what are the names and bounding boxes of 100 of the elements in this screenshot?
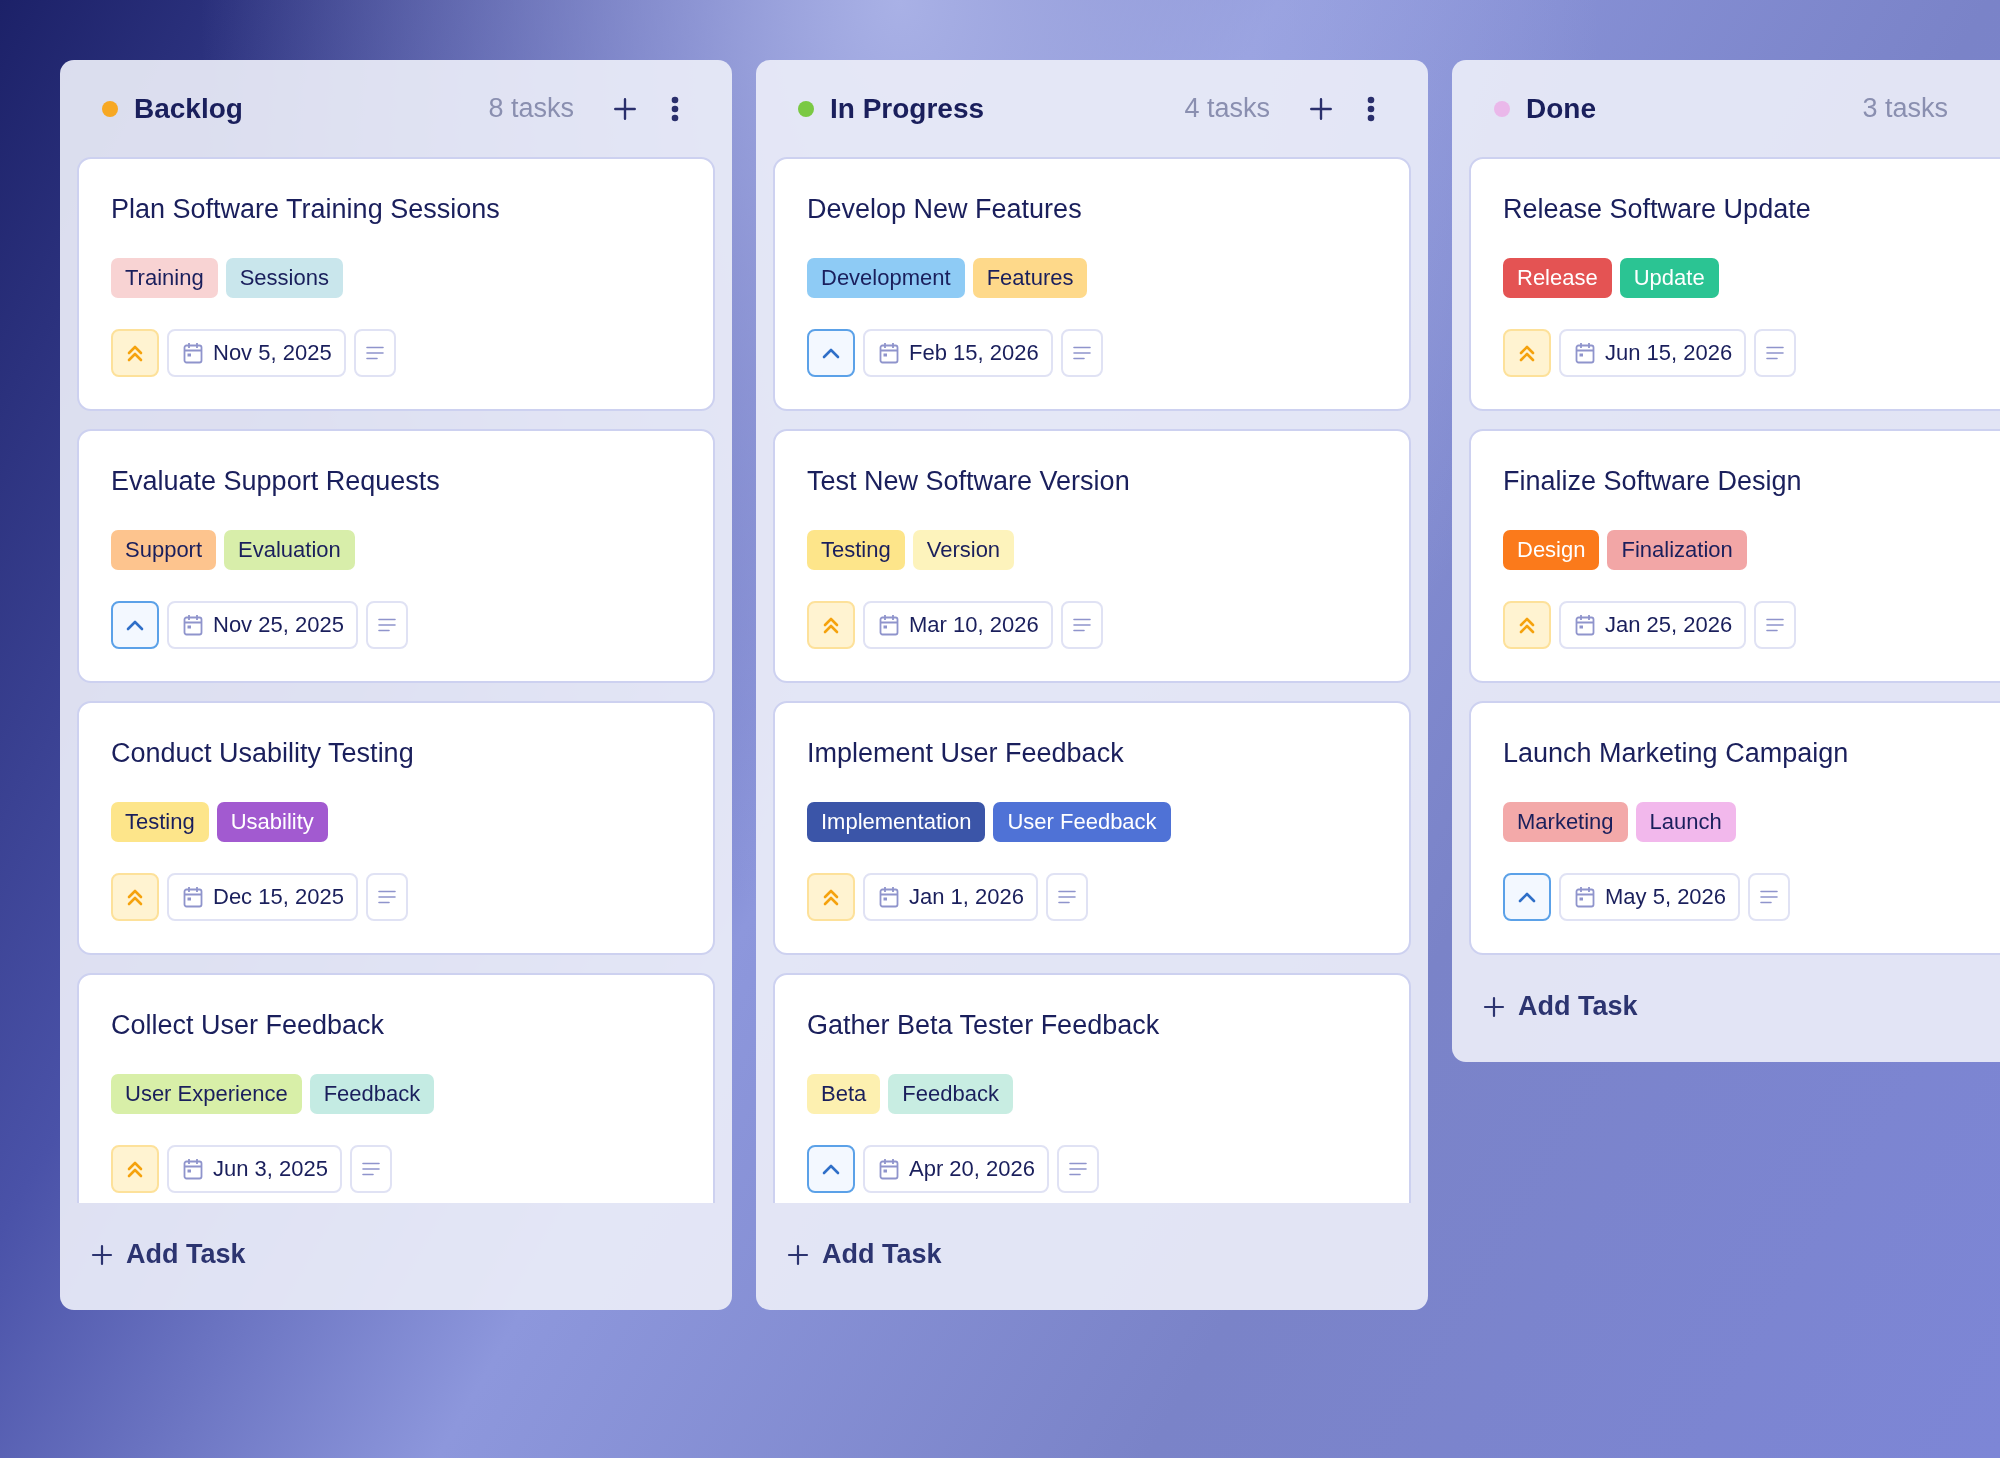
text-lines-icon: [1766, 618, 1785, 632]
card-title: Finalize Software Design: [1503, 465, 1803, 498]
task-card[interactable]: Develop New Features Development Features Feb 15, 2026: [773, 157, 1411, 411]
chevron-up-icon: [125, 619, 145, 631]
due-date-button[interactable]: Feb 15, 2026: [863, 329, 1053, 377]
notes-button[interactable]: [365, 873, 408, 921]
tag: User Feedback: [993, 802, 1171, 842]
column-title: In Progress: [830, 92, 986, 125]
calendar-icon: [183, 886, 203, 908]
calendar-icon: [1575, 342, 1595, 364]
calendar-icon: [1575, 886, 1595, 908]
due-date-button[interactable]: Mar 10, 2026: [863, 601, 1053, 649]
notes-button[interactable]: [1754, 329, 1797, 377]
add-task-button[interactable]: Add Task: [1482, 991, 1638, 1022]
tag: Implementation: [807, 802, 986, 842]
notes-button[interactable]: [1754, 601, 1797, 649]
chevron-up-icon: [1517, 891, 1537, 903]
card-title: Evaluate Support Requests: [111, 465, 441, 498]
priority-button[interactable]: [1503, 873, 1551, 921]
tag: Version: [912, 530, 1015, 570]
task-card[interactable]: Plan Software Training Sessions Training Sessions Nov 5, 2025: [77, 157, 715, 411]
tag: Usability: [216, 802, 328, 842]
calendar-icon: [879, 342, 899, 364]
tag: Finalization: [1607, 530, 1747, 570]
task-card[interactable]: Test New Software Version Testing Version Mar 10, 2026: [773, 429, 1411, 683]
card-title: Release Software Update: [1503, 193, 1812, 226]
plus-icon: [90, 1242, 114, 1267]
priority-button[interactable]: [807, 1145, 855, 1193]
notes-button[interactable]: [353, 329, 396, 377]
text-lines-icon: [1069, 1162, 1087, 1176]
priority-button[interactable]: [807, 329, 855, 377]
tag: Feedback: [888, 1074, 1013, 1114]
card-title: Conduct Usability Testing: [111, 737, 415, 770]
calendar-icon: [879, 614, 899, 636]
calendar-icon: [879, 1158, 899, 1180]
card-title: Implement User Feedback: [807, 737, 1125, 770]
due-date-button[interactable]: Jan 1, 2026: [863, 873, 1038, 921]
task-card[interactable]: Launch Marketing Campaign Marketing Launch May 5, 2026: [1469, 701, 2000, 955]
task-card[interactable]: Release Software Update Release Update Jun 15, 2026: [1469, 157, 2000, 411]
task-count: 8 tasks: [488, 93, 574, 124]
due-date-button[interactable]: Apr 20, 2026: [863, 1145, 1049, 1193]
tag: Beta: [807, 1074, 881, 1114]
tag: Features: [972, 258, 1088, 298]
tag: Update: [1619, 258, 1719, 298]
task-card[interactable]: Evaluate Support Requests Support Evaluation Nov 25, 2025: [77, 429, 715, 683]
calendar-icon: [183, 342, 203, 364]
notes-button[interactable]: [1748, 873, 1791, 921]
tag: Development: [807, 258, 965, 298]
tag: Release: [1503, 258, 1612, 298]
task-card[interactable]: Conduct Usability Testing Testing Usability Dec 15, 2025: [77, 701, 715, 955]
more-vertical-icon: [1367, 95, 1375, 122]
text-lines-icon: [1072, 618, 1091, 632]
chevron-up-icon: [821, 347, 841, 359]
task-count: 4 tasks: [1184, 93, 1270, 124]
card-title: Launch Marketing Campaign: [1503, 737, 1850, 770]
calendar-icon: [879, 886, 899, 908]
plus-icon: [612, 95, 638, 122]
task-card[interactable]: Collect User Feedback User Experience Feedback Jun 3, 2025: [77, 973, 715, 1203]
notes-button[interactable]: [350, 1145, 392, 1193]
tag: Sessions: [225, 258, 343, 298]
notes-button[interactable]: [1046, 873, 1088, 921]
text-lines-icon: [1072, 346, 1091, 360]
calendar-icon: [183, 1158, 203, 1180]
task-card[interactable]: Finalize Software Design Design Finalization Jan 25, 2026: [1469, 429, 2000, 683]
due-date-button[interactable]: May 5, 2026: [1559, 873, 1741, 921]
text-lines-icon: [1760, 890, 1779, 904]
notes-button[interactable]: [1060, 601, 1103, 649]
task-card[interactable]: Implement User Feedback Implementation User Feedback Jan 1, 2026: [773, 701, 1411, 955]
notes-button[interactable]: [1060, 329, 1103, 377]
due-date-button[interactable]: Nov 5, 2025: [167, 329, 346, 377]
tag: Support: [111, 530, 217, 570]
due-date-button[interactable]: Jun 15, 2026: [1559, 329, 1747, 377]
plus-icon: [1308, 95, 1334, 122]
calendar-icon: [183, 614, 203, 636]
add-task-button[interactable]: Add Task: [90, 1239, 246, 1270]
tag: Testing: [111, 802, 209, 842]
notes-button[interactable]: [1057, 1145, 1099, 1193]
text-lines-icon: [1058, 890, 1076, 904]
plus-icon: [1482, 994, 1506, 1019]
due-date-button[interactable]: Jan 25, 2026: [1559, 601, 1747, 649]
notes-button[interactable]: [365, 601, 408, 649]
priority-button[interactable]: [111, 601, 159, 649]
add-task-button[interactable]: Add Task: [786, 1239, 942, 1270]
due-date-button[interactable]: Nov 25, 2025: [167, 601, 358, 649]
task-card[interactable]: Gather Beta Tester Feedback Beta Feedback Apr 20, 2026: [773, 973, 1411, 1203]
task-count: 3 tasks: [1862, 93, 1948, 124]
chevron-up-icon: [821, 1163, 841, 1175]
text-lines-icon: [377, 890, 396, 904]
card-title: Test New Software Version: [807, 465, 1131, 498]
tag: Evaluation: [224, 530, 355, 570]
card-title: Develop New Features: [807, 193, 1083, 226]
tag: User Experience: [111, 1074, 302, 1114]
tag: Marketing: [1503, 802, 1628, 842]
due-date-button[interactable]: Dec 15, 2025: [167, 873, 358, 921]
calendar-icon: [1575, 614, 1595, 636]
card-title: Plan Software Training Sessions: [111, 193, 501, 226]
due-date-button[interactable]: Jun 3, 2025: [167, 1145, 342, 1193]
card-title: Collect User Feedback: [111, 1009, 386, 1042]
card-title: Gather Beta Tester Feedback: [807, 1009, 1161, 1042]
tag: Feedback: [309, 1074, 435, 1114]
